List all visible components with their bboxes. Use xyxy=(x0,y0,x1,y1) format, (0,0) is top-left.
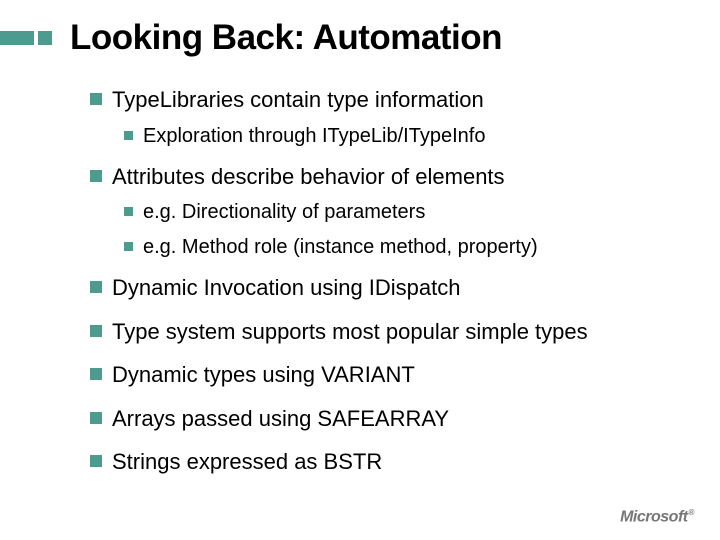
bullet-text: Dynamic Invocation using IDispatch xyxy=(112,274,461,302)
square-bullet-icon xyxy=(90,412,102,424)
bullet-text: Type system supports most popular simple… xyxy=(112,318,588,346)
square-bullet-icon xyxy=(90,455,102,467)
header-accent-square xyxy=(38,31,52,45)
square-bullet-icon xyxy=(124,207,133,216)
bullet-item: TypeLibraries contain type information xyxy=(90,86,720,114)
microsoft-logo: Microsoft® xyxy=(620,508,694,526)
slide-header: Looking Back: Automation xyxy=(0,0,720,58)
bullet-item: Type system supports most popular simple… xyxy=(90,318,720,346)
square-bullet-icon xyxy=(124,131,133,140)
square-bullet-icon xyxy=(124,242,133,251)
logo-text: Microsoft xyxy=(620,508,688,525)
square-bullet-icon xyxy=(90,325,102,337)
sub-bullet-text: Exploration through ITypeLib/ITypeInfo xyxy=(143,124,485,149)
square-bullet-icon xyxy=(90,368,102,380)
sub-bullet-text: e.g. Directionality of parameters xyxy=(143,200,425,225)
square-bullet-icon xyxy=(90,170,102,182)
bullet-text: Strings expressed as BSTR xyxy=(112,448,382,476)
registered-icon: ® xyxy=(689,508,694,517)
sub-bullet-item: e.g. Method role (instance method, prope… xyxy=(124,235,720,260)
bullet-item: Dynamic types using VARIANT xyxy=(90,361,720,389)
bullet-item: Attributes describe behavior of elements xyxy=(90,163,720,191)
square-bullet-icon xyxy=(90,281,102,293)
square-bullet-icon xyxy=(90,93,102,105)
header-accent-bar xyxy=(0,31,34,45)
bullet-text: TypeLibraries contain type information xyxy=(112,86,484,114)
bullet-text: Arrays passed using SAFEARRAY xyxy=(112,405,449,433)
bullet-item: Arrays passed using SAFEARRAY xyxy=(90,405,720,433)
slide-title: Looking Back: Automation xyxy=(70,18,502,58)
sub-bullet-text: e.g. Method role (instance method, prope… xyxy=(143,235,538,260)
bullet-item: Dynamic Invocation using IDispatch xyxy=(90,274,720,302)
bullet-item: Strings expressed as BSTR xyxy=(90,448,720,476)
bullet-text: Dynamic types using VARIANT xyxy=(112,361,415,389)
slide-body: TypeLibraries contain type information E… xyxy=(0,58,720,476)
sub-bullet-item: Exploration through ITypeLib/ITypeInfo xyxy=(124,124,720,149)
sub-bullet-item: e.g. Directionality of parameters xyxy=(124,200,720,225)
bullet-text: Attributes describe behavior of elements xyxy=(112,163,505,191)
